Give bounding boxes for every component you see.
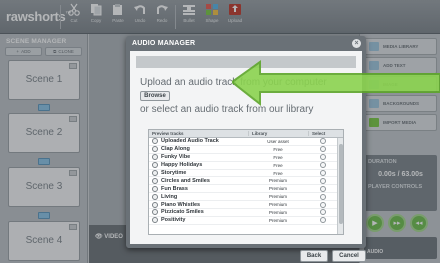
track-select-cell bbox=[308, 162, 338, 169]
table-row[interactable]: Piano Whistles Premium bbox=[149, 201, 343, 210]
track-name: Piano Whistles bbox=[161, 201, 201, 208]
track-library: Premium bbox=[268, 194, 287, 200]
select-radio[interactable] bbox=[320, 185, 326, 192]
track-library: Premium bbox=[268, 209, 287, 215]
preview-play-icon[interactable] bbox=[152, 185, 158, 192]
track-name-cell: Storytime bbox=[149, 170, 248, 176]
track-select-cell bbox=[308, 146, 338, 153]
table-row[interactable]: Clap Along Free bbox=[149, 146, 343, 154]
track-select-cell bbox=[308, 209, 338, 216]
table-row[interactable]: Storytime Free bbox=[149, 170, 343, 178]
table-row[interactable]: Happy Holidays Free bbox=[149, 162, 343, 170]
preview-play-icon[interactable] bbox=[152, 201, 158, 208]
table-row[interactable]: Funky Vibe Free bbox=[149, 154, 343, 162]
select-radio[interactable] bbox=[320, 162, 326, 169]
preview-play-icon[interactable] bbox=[152, 146, 158, 153]
track-select-cell bbox=[308, 201, 338, 208]
track-library: Free bbox=[273, 162, 283, 168]
track-name-cell: Fun Brass bbox=[149, 185, 248, 192]
track-name-cell: Piano Whistles bbox=[149, 201, 248, 208]
table-row[interactable]: Uploaded Audio Track User asset bbox=[149, 138, 343, 146]
track-select-cell bbox=[308, 217, 338, 224]
select-radio[interactable] bbox=[320, 217, 326, 224]
browse-button[interactable]: Browse bbox=[140, 91, 170, 101]
column-library: Library bbox=[248, 131, 308, 136]
track-library: Free bbox=[273, 170, 283, 176]
track-library: Free bbox=[273, 146, 283, 152]
track-name: Happy Holidays bbox=[161, 162, 203, 169]
column-select: Select bbox=[308, 131, 338, 136]
preview-play-icon[interactable] bbox=[152, 209, 158, 216]
preview-play-icon[interactable] bbox=[152, 154, 158, 161]
preview-play-icon[interactable] bbox=[152, 217, 158, 224]
select-radio[interactable] bbox=[320, 201, 326, 208]
track-library: Free bbox=[273, 154, 283, 160]
arrow-annotation-icon bbox=[232, 60, 440, 107]
scrollbar-thumb[interactable] bbox=[339, 144, 343, 224]
audio-track-table: Preview tracks Library Select Uploaded A… bbox=[148, 129, 344, 235]
table-row[interactable]: Fun Brass Premium bbox=[149, 185, 343, 194]
track-name: Uploaded Audio Track bbox=[161, 138, 219, 145]
table-scrollbar[interactable] bbox=[337, 138, 343, 234]
close-icon[interactable]: × bbox=[352, 39, 361, 48]
track-select-cell bbox=[308, 138, 338, 145]
track-library: User asset bbox=[267, 138, 289, 144]
select-radio[interactable] bbox=[320, 193, 326, 200]
dialog-title: AUDIO MANAGER bbox=[132, 40, 196, 47]
track-name-cell: Happy Holidays bbox=[149, 162, 248, 169]
table-row[interactable]: Circles and Smiles Premium bbox=[149, 177, 343, 186]
track-library: Premium bbox=[268, 178, 287, 184]
track-select-cell bbox=[308, 193, 338, 200]
select-radio[interactable] bbox=[320, 138, 326, 145]
track-name-cell: Uploaded Audio Track bbox=[149, 138, 248, 145]
track-name: Fun Brass bbox=[161, 185, 188, 192]
track-select-cell bbox=[308, 185, 338, 192]
preview-play-icon[interactable] bbox=[152, 162, 158, 169]
select-radio[interactable] bbox=[320, 146, 326, 153]
track-select-cell bbox=[308, 177, 338, 184]
track-name-cell: Positivity bbox=[149, 217, 248, 224]
track-name: Living bbox=[161, 193, 178, 200]
track-name-cell: Funky Vibe bbox=[149, 154, 248, 161]
preview-play-icon[interactable] bbox=[152, 138, 158, 145]
back-button[interactable]: Back bbox=[300, 250, 328, 262]
track-name-cell: Pizzicato Smiles bbox=[149, 209, 248, 216]
track-name-cell: Clap Along bbox=[149, 146, 248, 153]
track-name: Storytime bbox=[161, 170, 187, 176]
track-name: Positivity bbox=[161, 217, 186, 224]
track-name: Clap Along bbox=[161, 146, 190, 153]
track-library: Premium bbox=[268, 202, 287, 208]
preview-play-icon[interactable] bbox=[152, 177, 158, 184]
track-name-cell: Living bbox=[149, 193, 248, 200]
table-header: Preview tracks Library Select bbox=[149, 130, 343, 138]
column-preview-tracks: Preview tracks bbox=[152, 131, 184, 136]
track-library: Premium bbox=[268, 217, 287, 223]
track-name: Circles and Smiles bbox=[161, 177, 210, 184]
track-select-cell bbox=[308, 170, 338, 176]
cancel-button[interactable]: Cancel bbox=[332, 250, 366, 262]
track-name: Pizzicato Smiles bbox=[161, 209, 204, 216]
select-radio[interactable] bbox=[320, 209, 326, 216]
track-library: Premium bbox=[268, 186, 287, 192]
table-row[interactable]: Positivity Premium bbox=[149, 217, 343, 225]
track-name-cell: Circles and Smiles bbox=[149, 177, 248, 184]
table-row[interactable]: Living Premium bbox=[149, 193, 343, 202]
select-radio[interactable] bbox=[320, 170, 326, 176]
preview-play-icon[interactable] bbox=[152, 193, 158, 200]
select-radio[interactable] bbox=[320, 154, 326, 161]
table-row[interactable]: Pizzicato Smiles Premium bbox=[149, 209, 343, 217]
select-radio[interactable] bbox=[320, 177, 326, 184]
track-select-cell bbox=[308, 154, 338, 161]
track-name: Funky Vibe bbox=[161, 154, 191, 161]
preview-play-icon[interactable] bbox=[152, 170, 158, 176]
